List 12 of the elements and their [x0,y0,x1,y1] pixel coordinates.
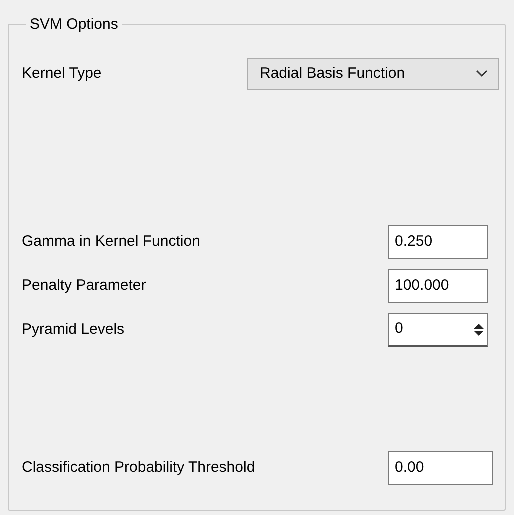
kernel-type-label: Kernel Type [22,64,102,84]
spin-box[interactable]: 0 [388,313,488,347]
input-field[interactable]: 0.00 [388,451,493,485]
input-field[interactable]: 0.250 [388,225,488,259]
kernel-type-dropdown[interactable]: Radial Basis Function [247,58,499,90]
up-down-arrows-icon[interactable] [473,322,485,338]
input-field[interactable]: 100.000 [388,269,488,303]
field-label: Pyramid Levels [22,320,125,340]
field-label: Penalty Parameter [22,276,146,296]
field-label: Classification Probability Threshold [22,458,256,478]
chevron-down-icon [476,70,488,78]
field-label: Gamma in Kernel Function [22,232,200,252]
